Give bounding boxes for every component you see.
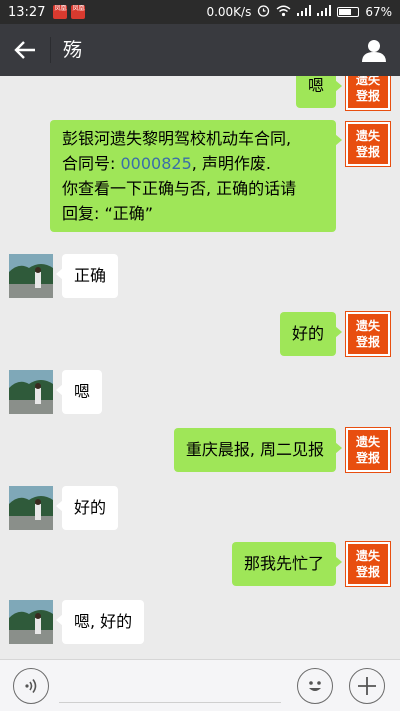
avatar-text: 登报: [355, 145, 380, 159]
avatar-text: 登报: [355, 565, 380, 579]
avatar-text: 遗失: [355, 319, 380, 333]
message-text: 回复: “正确”: [62, 204, 154, 223]
message-text: 好的: [74, 498, 107, 517]
message-text: 正确: [74, 266, 107, 285]
avatar[interactable]: 遗失 登报: [346, 542, 390, 586]
avatar[interactable]: [9, 600, 53, 644]
plus-icon[interactable]: [349, 667, 385, 704]
contact-avatar-image: [9, 370, 53, 414]
avatar[interactable]: 遗失 登报: [346, 312, 390, 356]
network-speed: 0.00K/s: [206, 5, 252, 19]
avatar[interactable]: 遗失 登报: [346, 76, 390, 110]
message-bubble-received[interactable]: 正确: [55, 254, 119, 298]
avatar[interactable]: [9, 486, 53, 530]
voice-icon[interactable]: [13, 667, 49, 704]
avatar[interactable]: 遗失 登报: [346, 122, 390, 166]
battery-icon: [337, 7, 360, 17]
avatar-text: 遗失: [355, 549, 380, 563]
message-bubble-received[interactable]: 嗯, 好的: [55, 600, 145, 644]
message-bubble-sent[interactable]: 那我先忙了: [231, 542, 343, 586]
wifi-icon: [276, 5, 291, 20]
message-text: 嗯: [307, 76, 324, 95]
avatar-text: 登报: [355, 335, 380, 349]
message-text: 嗯: [74, 382, 91, 401]
app-badge-icon: 凤凰: [71, 5, 86, 19]
message-bubble-sent[interactable]: 彭银河遗失黎明驾校机动车合同, 合同号: 0000825, 声明作废. 你查看一…: [50, 120, 342, 232]
profile-icon[interactable]: [348, 24, 400, 76]
back-arrow-icon[interactable]: [0, 24, 50, 76]
battery-percent: 67%: [365, 5, 392, 19]
signal-icon: [297, 5, 312, 19]
contact-avatar-image: [9, 254, 53, 298]
avatar[interactable]: [9, 254, 53, 298]
contact-avatar-image: [9, 600, 53, 644]
message-bubble-received[interactable]: 好的: [55, 486, 119, 530]
avatar-text: 遗失: [355, 435, 380, 449]
input-bar: [0, 659, 400, 711]
avatar-text: 登报: [355, 451, 380, 465]
avatar-text: 遗失: [355, 129, 380, 143]
signal-icon: [317, 5, 332, 19]
message-text-line: 合同号: 0000825, 声明作废.: [62, 151, 324, 176]
message-text: 嗯, 好的: [74, 612, 133, 631]
message-bubble-received[interactable]: 嗯: [55, 370, 103, 414]
message-bubble-sent[interactable]: 重庆晨报, 周二见报: [173, 428, 343, 472]
message-list[interactable]: 嗯 遗失 登报 彭银河遗失黎明驾校机动车合同, 合同号: 0000825, 声明…: [0, 76, 400, 659]
message-input[interactable]: [59, 668, 281, 703]
status-bar: 13:27 凤凰 凤凰 0.00K/s 67%: [0, 0, 400, 24]
emoji-icon[interactable]: [297, 667, 333, 704]
message-text: , 声明作废.: [191, 154, 272, 173]
avatar[interactable]: 遗失 登报: [346, 428, 390, 472]
message-bubble-sent[interactable]: 嗯: [295, 76, 343, 108]
avatar-text: 登报: [355, 89, 380, 103]
contact-avatar-image: [9, 486, 53, 530]
message-bubble-sent[interactable]: 好的: [279, 312, 343, 356]
contract-number-link[interactable]: 0000825: [120, 154, 191, 173]
message-text: 那我先忙了: [243, 554, 324, 573]
app-badge-icon: 凤凰: [53, 5, 68, 19]
status-time: 13:27: [8, 4, 46, 20]
alarm-icon: [257, 4, 270, 20]
chat-title: 殇: [50, 37, 82, 63]
message-text: 彭银河遗失黎明驾校机动车合同,: [62, 129, 292, 148]
message-text: 合同号:: [62, 154, 121, 173]
message-text: 你查看一下正确与否, 正确的话请: [62, 179, 297, 198]
message-text: 好的: [291, 324, 324, 343]
avatar-text: 遗失: [355, 76, 380, 87]
chat-header: 殇: [0, 24, 400, 76]
message-text: 重庆晨报, 周二见报: [185, 440, 324, 459]
avatar[interactable]: [9, 370, 53, 414]
